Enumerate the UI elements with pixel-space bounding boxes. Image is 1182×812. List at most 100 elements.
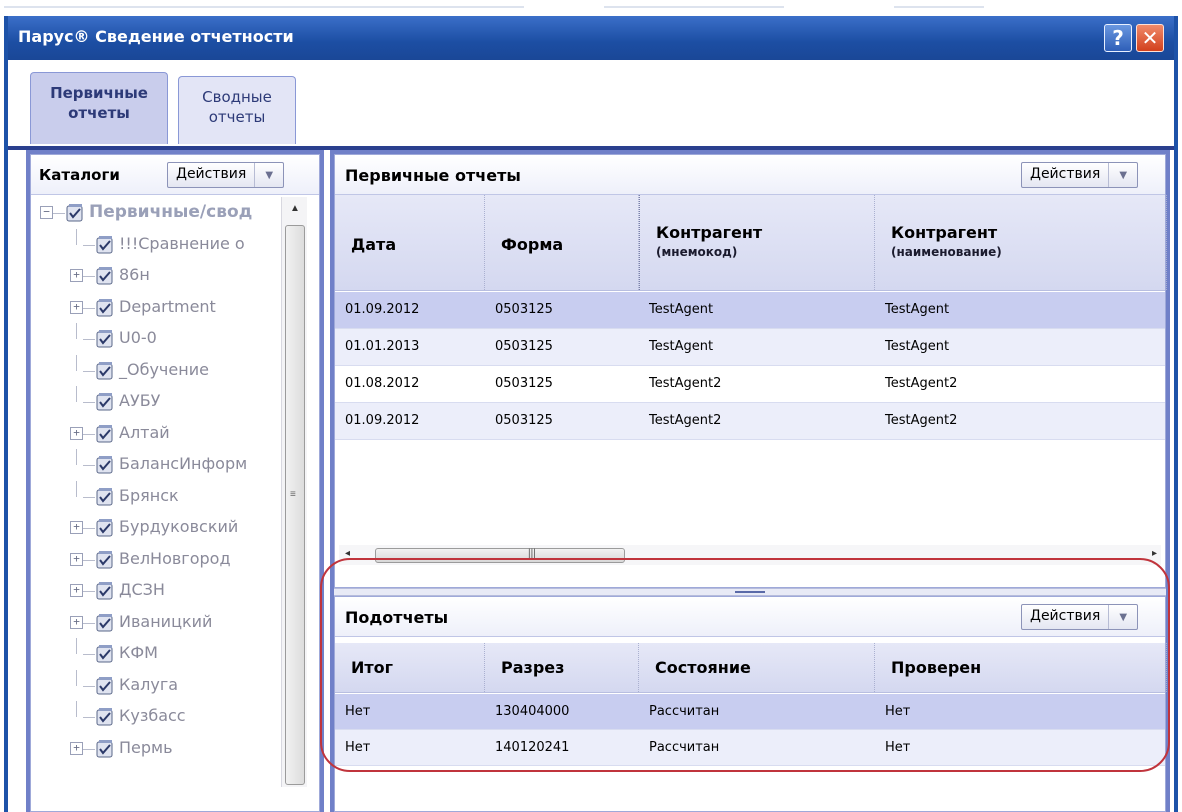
tree-line	[76, 669, 77, 686]
expand-icon[interactable]: +	[70, 615, 83, 629]
checked-report-icon	[95, 298, 115, 318]
tree-line	[83, 339, 95, 340]
tree-item[interactable]: БалансИнформ	[39, 449, 279, 479]
table-cell: TestAgent2	[885, 376, 958, 391]
scroll-up-icon[interactable]: ▲	[290, 203, 300, 214]
tree-line	[53, 213, 65, 214]
tree-item-label: 86н	[119, 265, 150, 284]
tree-item[interactable]: АУБУ	[39, 386, 279, 416]
tree-item-label: U0-0	[119, 328, 157, 347]
table-row[interactable]: Нет 140120241 Рассчитан Нет	[335, 730, 1165, 766]
checked-report-icon	[95, 550, 115, 570]
tree-line	[76, 449, 77, 465]
scrollbar-thumb[interactable]: |||	[375, 548, 625, 563]
primary-title: Первичные отчеты	[345, 166, 521, 185]
column-header-label: Итог	[351, 658, 394, 677]
tab-label: Сводные	[202, 88, 272, 106]
column-header[interactable]: Проверен	[875, 643, 1167, 692]
tree-line	[83, 622, 95, 624]
column-header-label: Разрез	[501, 658, 565, 677]
tree-item[interactable]: + Department	[39, 292, 279, 322]
help-button[interactable]: ?	[1104, 24, 1132, 52]
expand-icon[interactable]: +	[70, 552, 83, 566]
column-header-label: Состояние	[655, 658, 751, 677]
tree-item[interactable]: − Первичные/свод	[39, 197, 279, 227]
subreports-grid-header: Итог Разрез Состояние Проверен	[335, 643, 1167, 693]
checked-report-icon	[95, 424, 115, 444]
checked-report-icon	[95, 707, 115, 727]
tree-item[interactable]: !!!Сравнение о	[39, 228, 279, 259]
tree-item[interactable]: _Обучение	[39, 354, 279, 385]
tree-item[interactable]: + Алтай	[39, 418, 279, 448]
tree-item[interactable]: Брянск	[39, 480, 279, 511]
tab-summary-reports[interactable]: Сводные отчеты	[178, 76, 296, 144]
tree-item[interactable]: + Пермь	[39, 733, 279, 763]
panel-splitter[interactable]	[334, 588, 1166, 596]
expand-icon[interactable]: +	[70, 521, 83, 534]
title-bar[interactable]: Парус® Сведение отчетности ? ✕	[8, 16, 1174, 60]
column-header[interactable]: Контрагент (мнемокод)	[639, 195, 875, 290]
column-header[interactable]: Дата	[335, 195, 485, 290]
tree-item[interactable]: КФМ	[39, 638, 279, 668]
column-header-label: Контрагент	[891, 223, 998, 242]
tree-line	[76, 701, 77, 717]
tree-item[interactable]: +86н	[39, 260, 279, 290]
main-tabs: Первичные отчеты Сводные отчеты	[8, 60, 1174, 150]
subreports-actions-button[interactable]: Действия ▼	[1021, 604, 1139, 630]
expand-icon[interactable]: +	[70, 269, 83, 282]
expand-icon[interactable]: +	[70, 300, 83, 314]
expand-icon[interactable]: +	[70, 741, 83, 755]
table-row[interactable]: 01.09.2012 0503125 TestAgent2 TestAgent2	[335, 403, 1165, 440]
tree-item-label: !!!Сравнение о	[119, 233, 245, 253]
tree-item[interactable]: Калуга	[39, 669, 279, 700]
column-header[interactable]: Итог	[335, 643, 485, 692]
table-cell: 01.09.2012	[345, 413, 420, 428]
tree-item[interactable]: + Бурдуковский	[39, 512, 279, 542]
scroll-left-icon[interactable]: ◂	[345, 548, 350, 559]
column-header[interactable]: Контрагент (наименование)	[875, 195, 1167, 290]
tree-line	[83, 496, 95, 498]
splitter-handle[interactable]	[735, 591, 765, 593]
catalog-panel: Каталоги Действия ▼ + Пермь Кузбасс Калуга К…	[30, 154, 320, 812]
tree-item[interactable]: Кузбасс	[39, 701, 279, 731]
scrollbar-thumb[interactable]	[285, 225, 305, 785]
checked-report-icon	[95, 487, 115, 507]
table-cell: TestAgent2	[649, 376, 722, 391]
tree-item[interactable]: U0-0	[39, 323, 279, 353]
close-button[interactable]: ✕	[1136, 24, 1164, 52]
expand-icon[interactable]: +	[70, 426, 83, 440]
column-header[interactable]: Разрез	[485, 643, 639, 692]
primary-hscrollbar[interactable]: ◂ ||| ▸	[339, 545, 1161, 565]
checked-report-icon	[95, 581, 115, 601]
tab-primary-reports[interactable]: Первичные отчеты	[30, 72, 168, 144]
scroll-right-icon[interactable]: ▸	[1152, 548, 1157, 559]
primary-actions-button[interactable]: Действия ▼	[1021, 162, 1139, 188]
tree-item[interactable]: + ВелНовгород	[39, 544, 279, 574]
tree-scrollbar[interactable]: ▲ ≡	[281, 197, 307, 787]
table-cell: 130404000	[495, 704, 570, 719]
table-cell: 01.01.2013	[345, 339, 420, 354]
catalog-title: Каталоги	[39, 166, 120, 184]
table-row[interactable]: Нет 130404000 Рассчитан Нет	[335, 694, 1165, 730]
table-row[interactable]: 01.09.2012 0503125 TestAgent TestAgent	[335, 292, 1165, 329]
catalog-actions-button[interactable]: Действия ▼	[167, 162, 285, 188]
tree-line	[76, 323, 77, 339]
tree-item-label: ВелНовгород	[119, 548, 231, 568]
tree-item[interactable]: + Иваницкий	[39, 607, 279, 637]
column-header[interactable]: Форма	[485, 195, 639, 290]
expand-icon[interactable]: +	[70, 584, 83, 597]
table-row[interactable]: 01.08.2012 0503125 TestAgent2 TestAgent2	[335, 366, 1165, 403]
primary-grid-header: Дата Форма Контрагент (мнемокод) Контрагент (…	[335, 195, 1167, 291]
checked-report-icon	[95, 361, 115, 381]
column-header[interactable]: Состояние	[639, 643, 875, 692]
window-title: Парус® Сведение отчетности	[18, 27, 294, 46]
collapse-icon[interactable]: −	[40, 206, 53, 219]
actions-label: Действия	[1022, 605, 1110, 629]
checked-report-icon	[95, 644, 115, 664]
tree-item[interactable]: + ДСЗН	[39, 575, 279, 605]
tree-item-label: Брянск	[119, 485, 179, 505]
tab-label: отчеты	[68, 104, 130, 122]
table-row[interactable]: 01.01.2013 0503125 TestAgent TestAgent	[335, 329, 1165, 366]
tree-line	[76, 228, 77, 245]
subreports-panel: Подотчеты Действия ▼ Итог Разрез Состояние…	[334, 596, 1167, 812]
